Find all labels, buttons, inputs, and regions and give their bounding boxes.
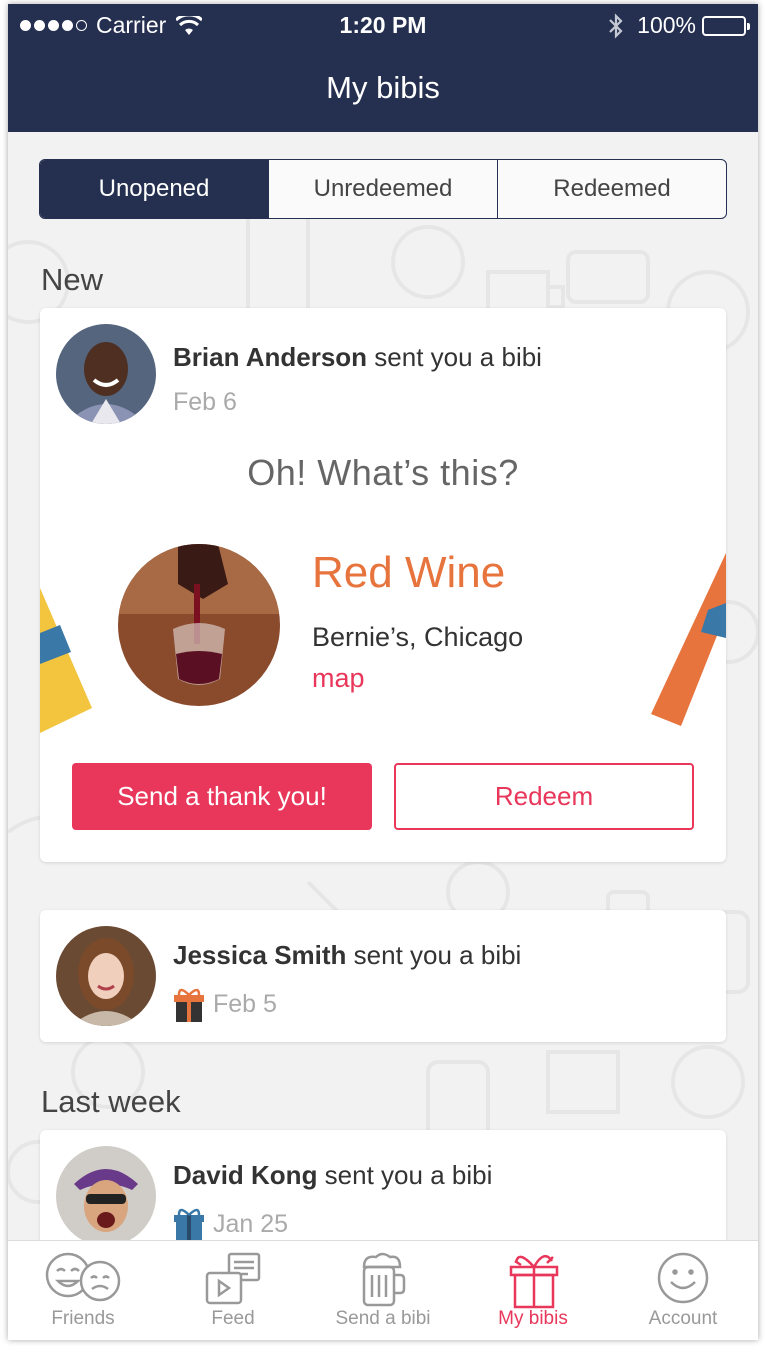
bluetooth-icon bbox=[609, 12, 623, 39]
gift-place: Bernie’s, Chicago bbox=[312, 622, 524, 652]
tab-friends[interactable]: Friends bbox=[8, 1241, 158, 1340]
avatar bbox=[56, 926, 156, 1026]
tab-label: My bibis bbox=[498, 1308, 568, 1329]
gift-box-icon bbox=[509, 1254, 559, 1309]
send-thank-you-button[interactable]: Send a thank you! bbox=[72, 763, 372, 830]
sender-name: David Kong bbox=[173, 1160, 318, 1190]
sender-action: sent you a bibi bbox=[317, 1160, 493, 1190]
sender-line: David Kong sent you a bibi bbox=[173, 1160, 492, 1191]
sender-action: sent you a bibi bbox=[367, 342, 542, 372]
segment-unopened[interactable]: Unopened bbox=[40, 160, 268, 218]
phone-screen: Carrier 1:20 PM 100% My bibis Unopened U… bbox=[8, 4, 758, 1340]
tab-account[interactable]: Account bbox=[608, 1241, 758, 1340]
sender-line: Jessica Smith sent you a bibi bbox=[173, 940, 521, 971]
tab-feed[interactable]: Feed bbox=[158, 1241, 308, 1340]
ribbon-right-decoration bbox=[651, 553, 726, 726]
gift-box-icon bbox=[174, 1208, 204, 1242]
tab-label: Send a bibi bbox=[335, 1308, 431, 1329]
battery-percent: 100% bbox=[637, 12, 696, 38]
tab-bar: Friends Feed Send a bibi My bibis Accoun… bbox=[8, 1240, 758, 1340]
date-row: Jan 25 bbox=[173, 1206, 288, 1242]
sent-date: Feb 5 bbox=[213, 989, 277, 1018]
battery-icon bbox=[702, 15, 750, 36]
gift-box-icon bbox=[174, 988, 204, 1022]
smiley-icon bbox=[657, 1252, 709, 1304]
nav-title: My bibis bbox=[326, 70, 440, 105]
ribbon-left-decoration bbox=[40, 588, 92, 733]
signal-dot-icon bbox=[48, 20, 59, 31]
segment-redeemed[interactable]: Redeemed bbox=[497, 160, 726, 218]
right-status: 100% bbox=[607, 12, 750, 39]
map-link[interactable]: map bbox=[312, 663, 365, 694]
reveal-prompt: Oh! What’s this? bbox=[247, 452, 519, 493]
sent-date: Feb 6 bbox=[173, 388, 237, 416]
tab-my-bibis[interactable]: My bibis bbox=[458, 1241, 608, 1340]
tab-send-a-bibi[interactable]: Send a bibi bbox=[308, 1241, 458, 1340]
carrier-name: Carrier bbox=[96, 12, 167, 38]
section-title-new: New bbox=[41, 262, 104, 297]
sender-name[interactable]: Brian Anderson bbox=[173, 342, 367, 372]
top-bar: Carrier 1:20 PM 100% My bibis bbox=[8, 4, 758, 132]
avatar-jessica-image bbox=[56, 926, 156, 1026]
avatar-brian-image bbox=[56, 324, 156, 424]
tab-label: Feed bbox=[211, 1308, 255, 1329]
friends-faces-icon bbox=[45, 1252, 121, 1302]
tab-label: Friends bbox=[51, 1308, 115, 1329]
bibi-list-item[interactable]: Jessica Smith sent you a bibi Feb 5 bbox=[40, 910, 726, 1042]
segmented-control: Unopened Unredeemed Redeemed bbox=[39, 159, 727, 219]
carrier-indicator: Carrier bbox=[20, 12, 203, 39]
segment-unredeemed[interactable]: Unredeemed bbox=[268, 160, 497, 218]
wifi-icon bbox=[176, 15, 203, 35]
sender-line: Brian Anderson sent you a bibi bbox=[173, 342, 542, 373]
redeem-button[interactable]: Redeem bbox=[394, 763, 694, 830]
signal-dot-empty-icon bbox=[76, 20, 87, 31]
feed-icon bbox=[205, 1252, 261, 1305]
gift-photo[interactable] bbox=[118, 544, 280, 706]
sent-date: Jan 25 bbox=[213, 1209, 289, 1238]
sender-name: Jessica Smith bbox=[173, 940, 347, 970]
date-row: Feb 5 bbox=[173, 986, 277, 1022]
avatar[interactable] bbox=[56, 324, 156, 424]
sender-action: sent you a bibi bbox=[346, 940, 522, 970]
section-title-last-week: Last week bbox=[41, 1084, 181, 1119]
gift-name: Red Wine bbox=[312, 548, 506, 597]
tab-label: Account bbox=[648, 1308, 718, 1329]
signal-dot-icon bbox=[34, 20, 45, 31]
signal-dot-icon bbox=[62, 20, 73, 31]
signal-dot-icon bbox=[20, 20, 31, 31]
avatar bbox=[56, 1146, 156, 1246]
avatar-david-image bbox=[56, 1146, 156, 1246]
red-wine-image bbox=[118, 544, 280, 706]
featured-bibi-card: Brian Anderson sent you a bibi Feb 6 Oh!… bbox=[40, 308, 726, 862]
beer-mug-icon bbox=[362, 1252, 406, 1307]
